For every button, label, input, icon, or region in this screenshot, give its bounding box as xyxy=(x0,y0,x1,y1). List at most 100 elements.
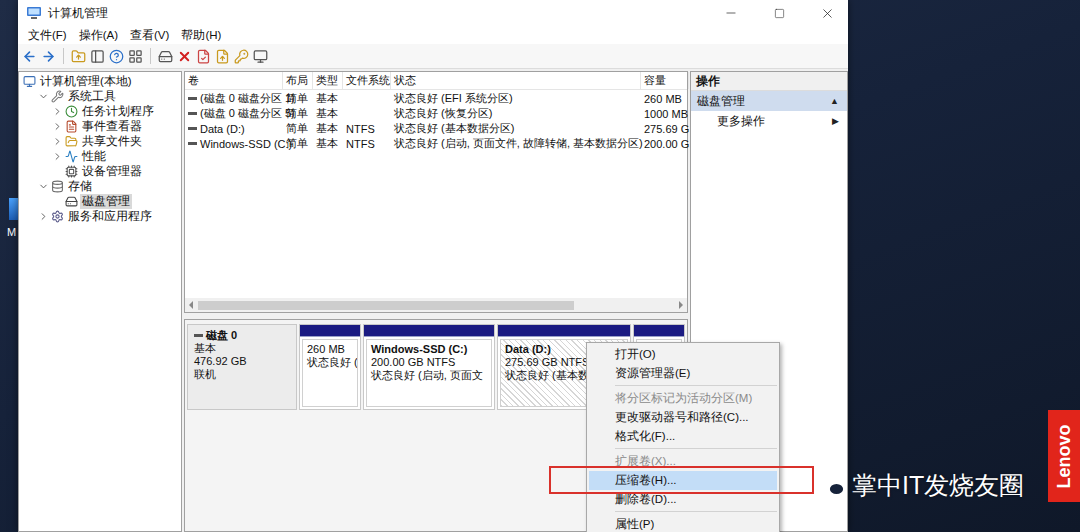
action-item[interactable]: 更多操作 ▶ xyxy=(691,111,847,131)
column-header[interactable]: 卷 xyxy=(185,72,283,89)
tree-item[interactable]: 系统工具 xyxy=(19,89,181,104)
partition-body: 260 MB状态良好 ( xyxy=(302,339,358,407)
context-menu-item[interactable]: 格式化(F)... xyxy=(589,427,777,446)
table-row[interactable]: (磁盘 0 磁盘分区 5)简单基本状态良好 (恢复分区)1000 MB xyxy=(185,106,687,121)
tree-item-icon xyxy=(51,90,64,103)
partition-status: 状态良好 (启动, 页面文 xyxy=(371,369,487,382)
table-cell: 状态良好 (基本数据分区) xyxy=(391,121,641,136)
partition[interactable]: 260 MB状态良好 ( xyxy=(299,324,361,410)
menu-bar-item[interactable]: 查看(V) xyxy=(124,27,175,44)
context-menu-item[interactable]: 打开(O) xyxy=(589,345,777,364)
table-row[interactable]: Windows-SSD (C:)简单基本NTFS状态良好 (启动, 页面文件, … xyxy=(185,136,687,151)
delete-icon[interactable] xyxy=(177,49,192,64)
partition-bar xyxy=(300,325,360,337)
help-icon[interactable] xyxy=(109,49,124,64)
action-item-label: 更多操作 xyxy=(717,114,765,129)
menu-separator xyxy=(615,385,777,386)
column-header[interactable]: 容量 xyxy=(641,72,689,89)
tree-expander[interactable] xyxy=(51,151,63,163)
watermark-text: 掌中IT发烧友圈 xyxy=(852,469,1024,502)
collapse-marker: ▲ xyxy=(830,96,839,106)
drive-icon[interactable] xyxy=(158,49,173,64)
partition[interactable]: Windows-SSD (C:)200.00 GB NTFS状态良好 (启动, … xyxy=(363,324,495,410)
tree-expander[interactable] xyxy=(51,136,63,148)
column-header[interactable]: 状态 xyxy=(391,72,641,89)
volume-icon xyxy=(188,142,197,145)
tree-expander[interactable] xyxy=(51,121,63,133)
scroll-thumb[interactable] xyxy=(198,301,574,310)
menu-bar-item[interactable]: 帮助(H) xyxy=(175,27,227,44)
action-pane-icon[interactable] xyxy=(128,49,143,64)
minimize-button[interactable] xyxy=(710,0,752,26)
maximize-icon xyxy=(774,8,785,19)
expanded-icon xyxy=(38,91,49,102)
tree-item[interactable]: 共享文件夹 xyxy=(19,134,181,149)
column-header[interactable]: 布局 xyxy=(283,72,313,89)
actions-section[interactable]: 磁盘管理▲ xyxy=(691,91,847,111)
table-cell: 简单 xyxy=(283,136,313,151)
context-menu-item[interactable]: 压缩卷(H)... xyxy=(589,471,777,490)
tree-expander[interactable] xyxy=(37,181,49,193)
submenu-marker: ▶ xyxy=(832,116,839,126)
table-row[interactable]: (磁盘 0 磁盘分区 1)简单基本状态良好 (EFI 系统分区)260 MB xyxy=(185,91,687,106)
tree-item[interactable]: 磁盘管理 xyxy=(19,194,181,209)
tree-item[interactable]: 任务计划程序 xyxy=(19,104,181,119)
actions-header: 操作 xyxy=(691,72,847,91)
table-cell: NTFS xyxy=(343,138,391,150)
tree-expander[interactable] xyxy=(37,211,49,223)
monitor-icon[interactable] xyxy=(253,49,268,64)
horizontal-scrollbar[interactable] xyxy=(185,298,687,312)
tree-item[interactable]: 性能 xyxy=(19,149,181,164)
scroll-right-icon[interactable] xyxy=(678,301,684,309)
tree-item[interactable]: 存储 xyxy=(19,179,181,194)
up-folder-icon[interactable] xyxy=(71,49,86,64)
disk-label[interactable]: 磁盘 0基本476.92 GB联机 xyxy=(187,324,297,410)
computer-management-icon xyxy=(26,5,42,21)
tree-expander[interactable] xyxy=(37,91,49,103)
scroll-left-icon[interactable] xyxy=(188,301,194,309)
scroll-track[interactable] xyxy=(198,301,674,310)
tree-item[interactable]: 设备管理器 xyxy=(19,164,181,179)
show-tree-icon[interactable] xyxy=(90,49,105,64)
minimize-icon xyxy=(724,6,738,20)
desktop-shortcut-label[interactable]: M xyxy=(0,226,16,238)
tree-item[interactable]: 计算机管理(本地) xyxy=(19,74,181,89)
volume-table: 卷布局类型文件系统状态容量(磁盘 0 磁盘分区 1)简单基本状态良好 (EFI … xyxy=(184,71,688,313)
tree-item-label: 性能 xyxy=(80,149,108,164)
column-header[interactable]: 类型 xyxy=(313,72,343,89)
table-cell: 简单 xyxy=(283,91,313,106)
desktop-shortcut-icon[interactable] xyxy=(9,198,18,220)
highlight-box xyxy=(549,466,814,494)
context-menu-item[interactable]: 更改驱动器号和路径(C)... xyxy=(589,408,777,427)
context-menu-item: 扩展卷(X)... xyxy=(589,452,777,471)
tree-expander[interactable] xyxy=(51,106,63,118)
collapsed-icon xyxy=(52,136,63,147)
table-body: (磁盘 0 磁盘分区 1)简单基本状态良好 (EFI 系统分区)260 MB(磁… xyxy=(185,90,687,298)
context-menu-item[interactable]: 资源管理器(E) xyxy=(589,364,777,383)
context-menu-item[interactable]: 属性(P) xyxy=(589,515,777,532)
partition-bar xyxy=(364,325,494,337)
table-cell: 状态良好 (恢复分区) xyxy=(391,106,641,121)
context-menu-item[interactable]: 删除卷(D)... xyxy=(589,490,777,509)
collapsed-icon xyxy=(38,211,49,222)
import-icon[interactable] xyxy=(215,49,230,64)
table-row[interactable]: Data (D:)简单基本NTFS状态良好 (基本数据分区)275.69 G xyxy=(185,121,687,136)
tree-item[interactable]: 服务和应用程序 xyxy=(19,209,181,224)
tree-panel: 计算机管理(本地)系统工具任务计划程序事件查看器共享文件夹性能设备管理器存储磁盘… xyxy=(18,71,182,532)
menu-bar-item[interactable]: 文件(F) xyxy=(22,27,73,44)
close-button[interactable] xyxy=(806,0,848,26)
tree-expander xyxy=(51,196,63,208)
tree-item[interactable]: 事件查看器 xyxy=(19,119,181,134)
back-icon[interactable] xyxy=(22,49,37,64)
maximize-button[interactable] xyxy=(758,0,800,26)
forward-icon[interactable] xyxy=(41,49,56,64)
table-cell: 简单 xyxy=(283,106,313,121)
context-menu: 打开(O)资源管理器(E)将分区标记为活动分区(M)更改驱动器号和路径(C)..… xyxy=(586,342,780,532)
column-header[interactable]: 文件系统 xyxy=(343,72,391,89)
check-document-icon[interactable] xyxy=(196,49,211,64)
tree-item-label: 设备管理器 xyxy=(80,164,144,179)
table-cell: 基本 xyxy=(313,121,343,136)
menu-bar-item[interactable]: 操作(A) xyxy=(73,27,124,44)
key-icon[interactable] xyxy=(234,49,249,64)
desktop: M计算机管理文件(F)操作(A)查看(V)帮助(H)计算机管理(本地)系统工具任… xyxy=(0,0,1080,532)
